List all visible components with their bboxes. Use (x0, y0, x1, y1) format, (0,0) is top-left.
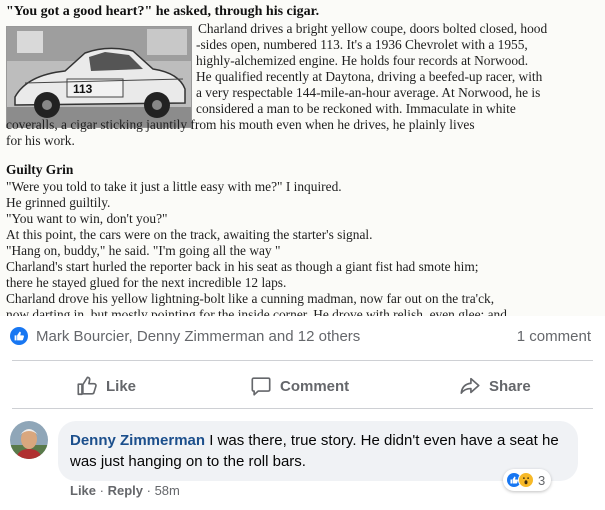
divider (12, 360, 593, 361)
divider (12, 408, 593, 409)
thumbs-up-icon (510, 476, 518, 484)
meta-separator: · (146, 483, 155, 498)
race-car-photo: 113 (6, 26, 192, 128)
post-action-bar: Like Comment Share (0, 365, 605, 407)
article-line: considered a man to be reckoned with. Im… (196, 101, 516, 116)
comment-reactions[interactable]: 3 (503, 469, 552, 491)
article-line: there he stayed glued for the next incre… (6, 275, 287, 290)
article-headline: "You got a good heart?" he asked, throug… (6, 4, 320, 19)
comment-reply-link[interactable]: Reply (108, 483, 143, 498)
comment-bubble-icon (251, 377, 271, 396)
post-image-article[interactable]: "You got a good heart?" he asked, throug… (0, 0, 605, 316)
like-button-label: Like (106, 377, 137, 395)
article-line: for his work. (6, 133, 75, 148)
reactors-list[interactable]: Mark Bourcier, Denny Zimmerman and 12 ot… (36, 328, 360, 345)
share-arrow-icon (460, 377, 480, 394)
wow-face-icon (523, 477, 529, 485)
article-line: coveralls, a cigar sticking jauntily fro… (6, 117, 475, 132)
comment-timestamp[interactable]: 58m (155, 483, 180, 498)
article-line: He grinned guiltily. (6, 195, 111, 210)
wow-reaction-icon (518, 472, 534, 488)
article-line: "Were you told to take it just a little … (6, 179, 342, 194)
comment-count[interactable]: 1 comment (517, 328, 591, 345)
article-line: "Hang on, buddy," he said. "I'm going al… (6, 243, 281, 258)
comment-reaction-count: 3 (538, 472, 546, 488)
article-line: a very respectable 144-mile-an-hour aver… (196, 85, 541, 100)
article-line: Charland drives a bright yellow coupe, d… (198, 21, 548, 36)
comment-bubble: Denny Zimmerman I was there, true story.… (58, 421, 578, 481)
like-reaction-icon[interactable] (10, 327, 28, 345)
article-subheading: Guilty Grin (6, 162, 74, 177)
article-line: He qualified recently at Daytona, drivin… (196, 69, 543, 84)
like-button[interactable]: Like (76, 365, 136, 407)
thumbs-up-icon (14, 331, 24, 341)
comment-button-label: Comment (280, 377, 350, 395)
article-line: -sides open, numbered 113. It's a 1936 C… (196, 37, 528, 52)
comment-like-link[interactable]: Like (70, 483, 96, 498)
comment-author[interactable]: Denny Zimmerman (70, 432, 205, 449)
article-line: highly-alchemized engine. He holds four … (196, 53, 529, 68)
meta-separator: · (99, 483, 108, 498)
car-number-text: 113 (73, 82, 93, 96)
comment-meta: Like · Reply · 58m (70, 483, 180, 498)
article-line: At this point, the cars were on the trac… (6, 227, 373, 242)
commenter-avatar[interactable] (10, 421, 48, 459)
comment-button[interactable]: Comment (250, 365, 349, 407)
article-line: Charland drove his yellow lightning-bolt… (6, 291, 495, 306)
profile-photo-icon (10, 421, 48, 459)
share-button[interactable]: Share (459, 365, 531, 407)
race-car-illustration: 113 (7, 27, 191, 127)
article-line: "You want to win, don't you?" (6, 211, 168, 226)
article-line: Charland's start hurled the reporter bac… (6, 259, 479, 274)
article-line: now darting in, but mostly pointing for … (6, 307, 507, 316)
thumbs-up-outline-icon (77, 376, 97, 396)
share-button-label: Share (489, 377, 531, 395)
reactions-summary: Mark Bourcier, Denny Zimmerman and 12 ot… (0, 318, 605, 356)
